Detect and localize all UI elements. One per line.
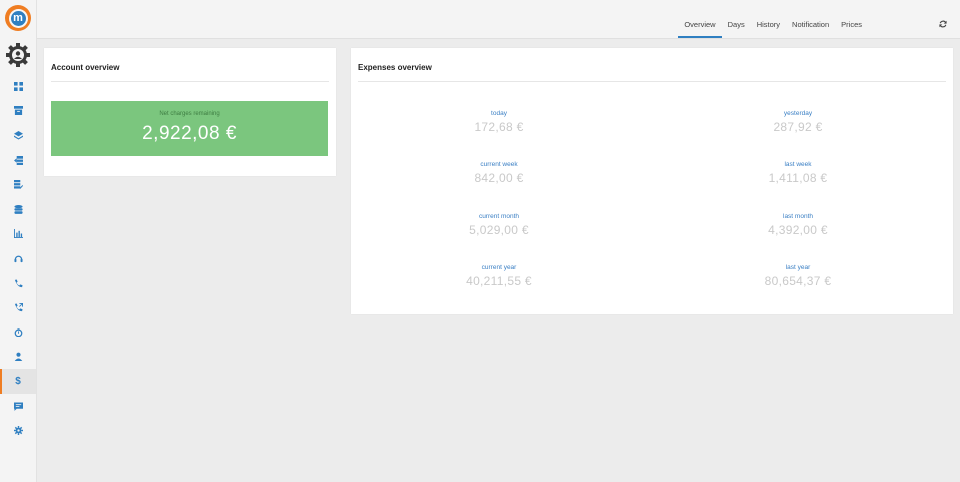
net-charges-label: Net charges remaining [159, 111, 220, 117]
bar-chart-icon [13, 229, 23, 239]
divider [358, 81, 946, 82]
stat-last-month: last month 4,392,00 € [698, 213, 898, 237]
sidebar-item-users[interactable] [0, 345, 36, 370]
tab-history[interactable]: History [751, 0, 786, 38]
phone-icon [14, 278, 23, 287]
stat-label: last week [784, 161, 812, 168]
stat-label: yesterday [783, 110, 813, 117]
dashboard-icon [13, 81, 23, 91]
sidebar-nav: $ [0, 74, 36, 443]
expenses-overview-panel: Expenses overview today 172,68 € yesterd… [351, 48, 953, 314]
stat-label: current year [481, 264, 517, 271]
archive-icon [13, 106, 23, 116]
refresh-icon[interactable] [939, 20, 947, 28]
stat-label: last month [783, 213, 813, 220]
sidebar: m $ [0, 0, 37, 482]
stat-last-week: last week 1,411,08 € [698, 161, 898, 185]
sidebar-item-support[interactable] [0, 246, 36, 271]
tab-bar: Overview Days History Notification Price… [678, 0, 868, 38]
expenses-overview-title: Expenses overview [358, 63, 432, 72]
tab-prices[interactable]: Prices [835, 0, 868, 38]
stat-label: current week [480, 161, 518, 168]
net-charges-card: Net charges remaining 2,922,08 € [51, 101, 328, 156]
layers-icon [13, 130, 23, 140]
stat-last-year: last year 80,654,37 € [698, 264, 898, 288]
sidebar-item-import[interactable] [0, 148, 36, 173]
sidebar-item-database[interactable] [0, 197, 36, 222]
sidebar-item-statistics[interactable] [0, 222, 36, 247]
user-icon [14, 352, 22, 362]
stat-current-month: current month 5,029,00 € [399, 213, 599, 237]
top-bar: Overview Days History Notification Price… [37, 0, 960, 39]
net-charges-value: 2,922,08 € [142, 123, 237, 144]
stat-value: 842,00 € [474, 171, 524, 185]
stat-value: 287,92 € [773, 120, 823, 134]
stat-value: 5,029,00 € [469, 223, 529, 237]
stat-value: 1,411,08 € [768, 171, 828, 185]
sidebar-item-messages[interactable] [0, 394, 36, 419]
stat-current-year: current year 40,211,55 € [399, 264, 599, 288]
headset-icon [13, 255, 23, 263]
sidebar-item-timer[interactable] [0, 320, 36, 345]
app-logo[interactable]: m [5, 5, 31, 31]
sidebar-item-database-edit[interactable] [0, 172, 36, 197]
tab-days[interactable]: Days [722, 0, 751, 38]
tab-overview[interactable]: Overview [678, 0, 722, 38]
sidebar-item-layers[interactable] [0, 123, 36, 148]
sidebar-item-archive[interactable] [0, 99, 36, 124]
stat-current-week: current week 842,00 € [399, 161, 599, 185]
dollar-icon: $ [15, 375, 21, 387]
logo-letter: m [10, 10, 26, 26]
settings-profile-icon[interactable] [5, 42, 31, 68]
sidebar-item-dashboard[interactable] [0, 74, 36, 99]
tab-notification[interactable]: Notification [786, 0, 835, 38]
divider [51, 81, 329, 82]
stopwatch-icon [14, 328, 22, 337]
stat-yesterday: yesterday 287,92 € [698, 110, 898, 134]
gear-icon [13, 426, 23, 436]
sidebar-item-call-forwarding[interactable] [0, 295, 36, 320]
account-overview-title: Account overview [51, 63, 120, 72]
stat-value: 40,211,55 € [466, 274, 532, 288]
chat-icon [13, 401, 23, 411]
database-edit-icon [13, 180, 23, 189]
stat-value: 80,654,37 € [764, 274, 832, 288]
stat-label: last year [785, 264, 811, 271]
sidebar-item-settings[interactable] [0, 418, 36, 443]
sidebar-item-billing[interactable]: $ [0, 369, 36, 394]
stat-today: today 172,68 € [399, 110, 599, 134]
import-icon [13, 155, 23, 165]
phone-forward-icon [14, 303, 23, 312]
stat-value: 172,68 € [474, 120, 524, 134]
stat-value: 4,392,00 € [768, 223, 828, 237]
stat-label: current month [478, 213, 520, 220]
stat-label: today [491, 110, 507, 117]
sidebar-item-calls[interactable] [0, 271, 36, 296]
database-icon [13, 204, 23, 214]
account-overview-panel: Account overview Net charges remaining 2… [44, 48, 336, 176]
